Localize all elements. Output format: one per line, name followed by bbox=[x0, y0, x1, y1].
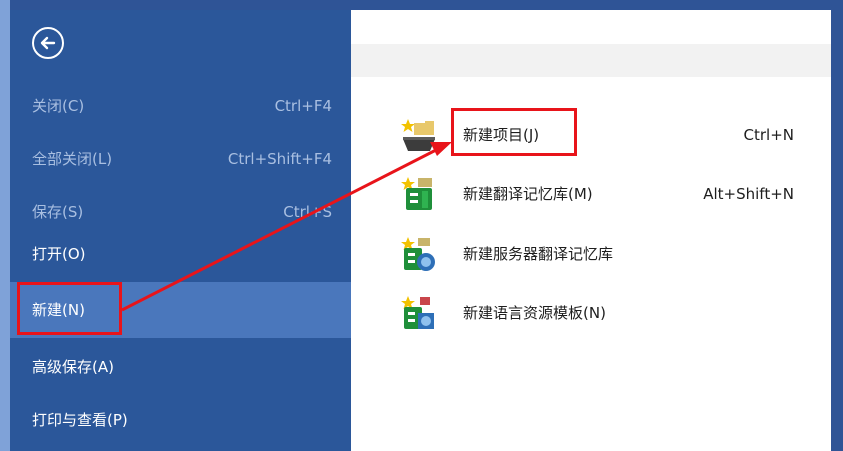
annotation-arrow bbox=[121, 142, 452, 312]
